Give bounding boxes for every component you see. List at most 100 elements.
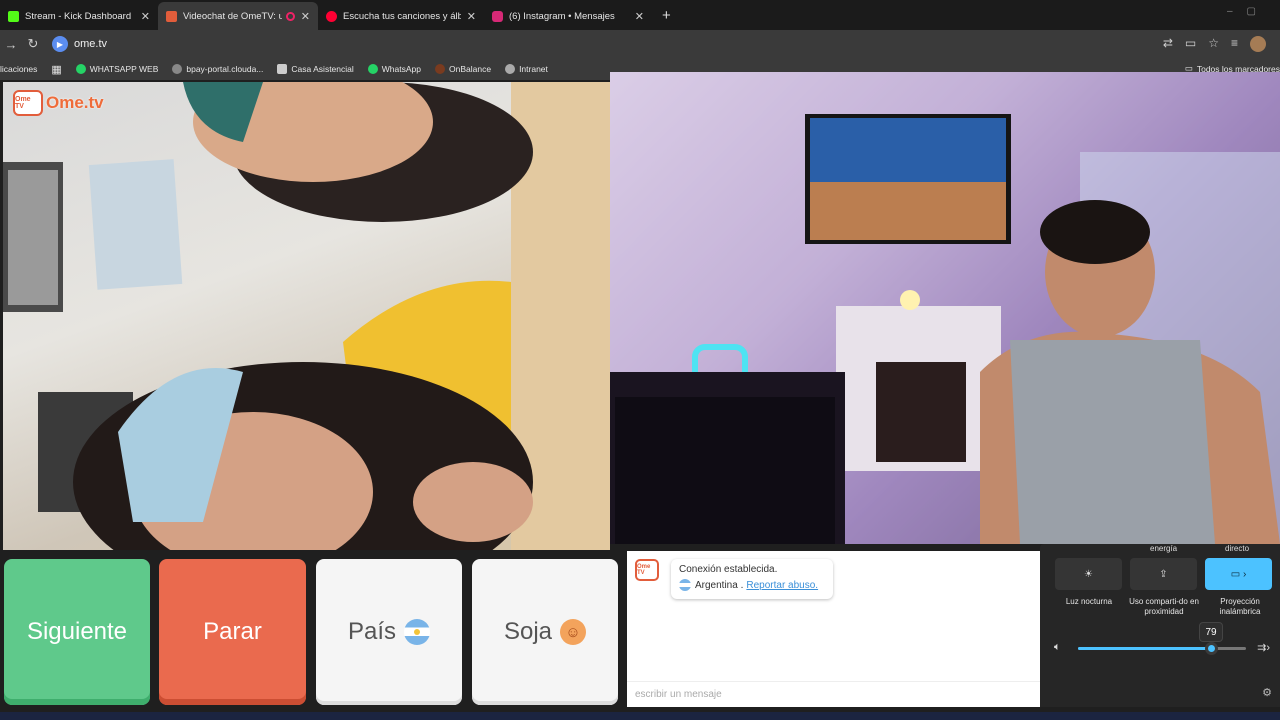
media-control-icon[interactable]: ≡ <box>1231 36 1238 52</box>
translate-icon[interactable]: ⇄ <box>1163 36 1173 52</box>
toolbar-actions: ⇄ ▭ ☆ ≡ <box>1163 36 1266 52</box>
tab-title: Stream - Kick Dashboard <box>25 10 132 22</box>
connection-status: Conexión establecida. <box>679 564 778 575</box>
close-tab-icon[interactable]: ✕ <box>467 10 476 23</box>
forward-arrow-icon[interactable]: → <box>0 37 22 52</box>
instagram-favicon-icon <box>492 10 503 22</box>
bookmark-casa-asistencial[interactable]: Casa Asistencial <box>277 64 354 74</box>
night-light-toggle[interactable]: ☀ <box>1055 558 1122 590</box>
apps-grid-icon: ▦ <box>51 63 62 76</box>
address-bar[interactable]: ▶ ome.tv <box>52 33 107 55</box>
taskbar <box>0 712 1280 720</box>
casa-asistencial-icon <box>277 64 288 74</box>
bookmark-label: licaciones <box>0 64 38 74</box>
chat-panel: Ome TV Conexión establecida. Argentina .… <box>627 551 1040 707</box>
tab-music[interactable]: Escucha tus canciones y álbum ✕ <box>318 2 484 30</box>
stranger-video-image <box>3 82 610 550</box>
stranger-video: Ome TV Ome.tv <box>3 82 610 550</box>
stop-button[interactable]: Parar <box>159 559 306 705</box>
volume-tooltip: 79 <box>1199 622 1223 642</box>
audio-output-icon[interactable]: ⇉› <box>1257 641 1270 654</box>
next-button[interactable]: Siguiente <box>4 559 150 705</box>
close-tab-icon[interactable]: ✕ <box>301 10 310 23</box>
whatsapp-icon <box>367 64 378 74</box>
tab-title: Videochat de OmeTV: una <box>183 10 283 22</box>
nearby-share-label: Uso comparti-do en proximidad <box>1129 597 1199 616</box>
bookmark-label: bpay-portal.clouda... <box>186 64 264 74</box>
tab-kick[interactable]: Stream - Kick Dashboard ✕ <box>0 2 158 30</box>
volume-slider[interactable]: 79 <box>1078 622 1246 655</box>
share-icon: ⇪ <box>1159 568 1168 580</box>
bookmark-label: OnBalance <box>449 64 492 74</box>
bookmark-label: Intranet <box>519 64 548 74</box>
next-button-label: Siguiente <box>26 618 128 645</box>
bookmark-star-icon[interactable]: ☆ <box>1208 36 1219 52</box>
onbalance-icon <box>435 64 445 74</box>
new-tab-button[interactable]: + <box>662 7 671 24</box>
ometv-chat-logo-icon: Ome TV <box>635 559 659 581</box>
bookmark-intranet[interactable]: Intranet <box>505 64 548 74</box>
system-message: Conexión establecida. Argentina . Report… <box>671 559 833 599</box>
site-info-icon[interactable]: ▶ <box>52 36 68 52</box>
profile-avatar[interactable] <box>1250 36 1266 52</box>
wireless-projection-label: Proyección inalámbrica <box>1219 597 1261 616</box>
report-abuse-link[interactable]: Reportar abuso. <box>746 580 818 591</box>
ometv-logo-text: Ome.tv <box>46 93 104 112</box>
volume-slider-thumb[interactable] <box>1205 642 1218 655</box>
country-line: Argentina . Reportar abuso. <box>679 579 825 591</box>
volume-slider-fill <box>1078 647 1211 650</box>
quick-setting-top-label: energía <box>1150 544 1178 553</box>
sun-icon: ☀ <box>1084 568 1093 580</box>
bookmark-whatsapp[interactable]: WhatsApp <box>367 64 421 74</box>
bookmark-whatsapp-web[interactable]: WHATSAPP WEB <box>75 64 159 74</box>
close-tab-icon[interactable]: ✕ <box>141 10 150 23</box>
bookmark-onbalance[interactable]: OnBalance <box>435 64 491 74</box>
bookmark-label: WHATSAPP WEB <box>89 64 159 74</box>
quick-setting-top-label: directo <box>1225 544 1250 553</box>
ometv-logo-badge: Ome TV <box>13 90 43 116</box>
tab-instagram[interactable]: (6) Instagram • Mensajes ✕ <box>484 2 652 30</box>
browser-tab-bar: Stream - Kick Dashboard ✕ Videochat de O… <box>0 0 1280 30</box>
nearby-share-toggle[interactable]: ⇪ <box>1130 558 1197 590</box>
own-camera-video <box>610 72 1280 544</box>
bookmark-bpay[interactable]: bpay-portal.clouda... <box>172 64 263 74</box>
reload-icon[interactable]: ↻ <box>22 36 44 52</box>
globe-icon <box>172 64 183 74</box>
ometv-logo[interactable]: Ome TV Ome.tv <box>13 90 104 116</box>
music-favicon-icon <box>326 10 337 22</box>
tab-title: Escucha tus canciones y álbum <box>343 10 461 22</box>
gender-button-label: Soja <box>503 618 553 645</box>
ometv-favicon-icon <box>166 10 177 22</box>
argentina-flag-icon <box>404 619 431 645</box>
settings-gear-icon[interactable]: ⚙ <box>1262 686 1272 699</box>
bookmark-grid[interactable]: ▦ <box>51 63 61 76</box>
bookmark-label: Casa Asistencial <box>291 64 354 74</box>
chat-message-input[interactable]: escribir un mensaje <box>627 681 1040 707</box>
speaker-icon[interactable]: 🔈︎ <box>1054 641 1061 654</box>
bookmark-apps[interactable]: licaciones <box>0 64 37 74</box>
volume-row: 🔈︎ 79 ⇉› <box>1040 622 1280 658</box>
stop-button-label: Parar <box>203 618 262 645</box>
browser-toolbar: → ↻ ▶ ome.tv ⇄ ▭ ☆ ≡ <box>0 30 1280 58</box>
kick-favicon-icon <box>8 10 19 22</box>
person-emoji-icon: ☺ <box>560 619 587 645</box>
globe-icon <box>505 64 516 74</box>
night-light-label: Luz nocturna <box>1065 597 1113 606</box>
country-filter-button[interactable]: País <box>316 559 462 705</box>
tab-ometv[interactable]: Videochat de OmeTV: una ✕ <box>158 2 318 30</box>
cast-icon: ▭ › <box>1230 568 1247 580</box>
close-tab-icon[interactable]: ✕ <box>635 10 644 23</box>
argentina-flag-icon <box>679 579 691 591</box>
gender-filter-button[interactable]: Soja ☺ <box>472 559 618 705</box>
recording-indicator-icon <box>286 11 295 21</box>
own-camera-image <box>610 72 1280 544</box>
quick-settings-panel: energía directo ☀ ⇪ ▭ › Luz nocturna Uso… <box>1040 544 1280 707</box>
whatsapp-icon <box>75 64 86 74</box>
cast-icon[interactable]: ▭ <box>1185 36 1196 52</box>
country-name: Argentina . <box>695 579 744 591</box>
window-controls[interactable]: –▢ <box>1227 6 1270 17</box>
url-text[interactable]: ome.tv <box>74 38 107 50</box>
country-button-label: País <box>347 618 397 645</box>
tab-title: (6) Instagram • Mensajes <box>509 10 615 22</box>
wireless-projection-toggle[interactable]: ▭ › <box>1205 558 1272 590</box>
